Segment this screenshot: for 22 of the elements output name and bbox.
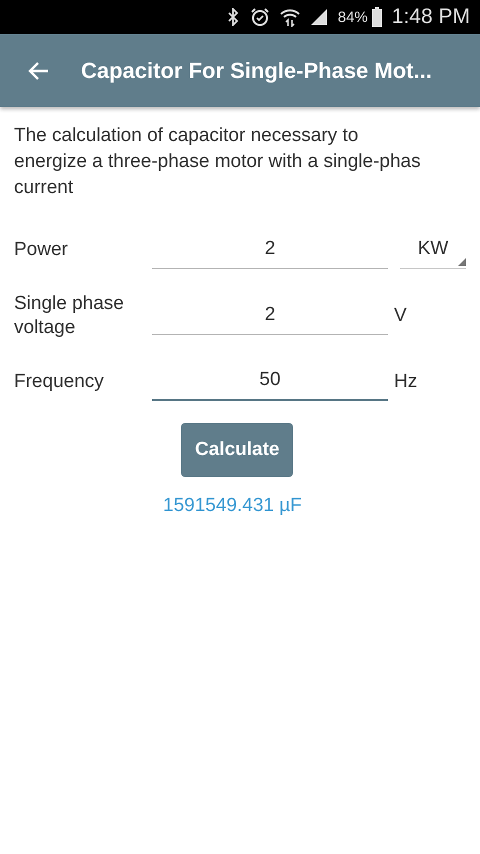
field-label: Frequency xyxy=(14,370,105,394)
bluetooth-icon xyxy=(226,8,240,26)
unit-dropdown[interactable]: KW xyxy=(400,232,466,268)
result-text: 1591549.431 µF xyxy=(162,495,303,517)
description-text: The calculation of capacitor necessary to energize a three-phase motor with a single-phas current xyxy=(14,124,422,200)
field-label: Power xyxy=(14,238,69,262)
battery-percent: 84% xyxy=(338,8,368,26)
battery-icon xyxy=(372,7,382,27)
field-label: Single phase voltage xyxy=(14,292,125,340)
input-field[interactable]: 2 xyxy=(152,298,388,334)
unit-label: Hz xyxy=(394,371,418,393)
input-field[interactable]: 50 xyxy=(152,363,388,401)
back-arrow-icon[interactable] xyxy=(27,60,49,82)
wifi-icon xyxy=(280,7,300,27)
calculate-button[interactable]: Calculate xyxy=(181,423,294,477)
alarm-icon xyxy=(250,7,270,27)
clock-time: 1:48 PM xyxy=(392,5,470,29)
signal-icon xyxy=(310,8,328,26)
unit-label: V xyxy=(394,305,407,327)
screen-title: Capacitor For Single-Phase Mot... xyxy=(81,58,432,84)
input-field[interactable]: 2 xyxy=(152,232,388,268)
dropdown-corner-icon xyxy=(458,258,466,266)
